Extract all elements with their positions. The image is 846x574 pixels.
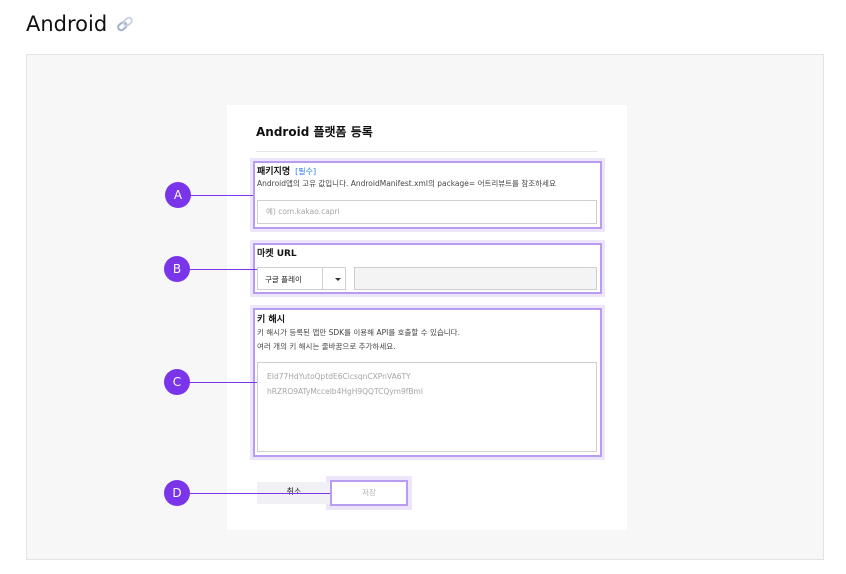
keyhash-placeholder-line-2: hRZRO9ATyMccelb4HgH9QQTCQym9fBml — [267, 387, 423, 396]
callout-d-leader — [178, 493, 330, 494]
select-separator — [322, 268, 323, 289]
market-label: 마켓 URL — [257, 249, 297, 259]
keyhash-label: 키 해시 — [257, 315, 285, 325]
package-description: Android앱의 고유 값입니다. AndroidManifest.xml의 … — [257, 179, 556, 188]
keyhash-description-1: 키 해시가 등록된 앱만 SDK를 이용해 API를 호출할 수 있습니다. — [257, 328, 460, 337]
keyhash-textarea[interactable]: EId77HdYutoQptdE6CicsqnCXPnVA6TY hRZRO9A… — [257, 362, 597, 452]
page-title: Android — [26, 12, 108, 36]
callout-b: B — [164, 256, 190, 282]
card-title: Android 플랫폼 등록 — [256, 125, 373, 139]
keyhash-placeholder-line-1: EId77HdYutoQptdE6CicsqnCXPnVA6TY — [267, 372, 411, 381]
market-select-value: 구글 플레이 — [265, 275, 302, 284]
caret-down-icon[interactable] — [335, 278, 341, 281]
package-input-placeholder: 예) com.kakao.capri — [266, 207, 340, 216]
callout-d: D — [164, 480, 190, 506]
market-select[interactable]: 구글 플레이 — [257, 267, 346, 290]
market-url-input[interactable] — [354, 267, 597, 290]
callout-c: C — [164, 369, 190, 395]
page-heading: Android — [26, 9, 135, 39]
package-input[interactable]: 예) com.kakao.capri — [257, 200, 597, 224]
link-icon[interactable] — [115, 14, 135, 34]
divider — [256, 151, 598, 152]
required-badge[interactable]: [필수] — [295, 167, 316, 176]
callout-a: A — [165, 182, 191, 208]
keyhash-description-2: 여러 개의 키 해시는 줄바꿈으로 추가하세요. — [257, 342, 396, 351]
save-button[interactable]: 저장 — [330, 480, 408, 506]
